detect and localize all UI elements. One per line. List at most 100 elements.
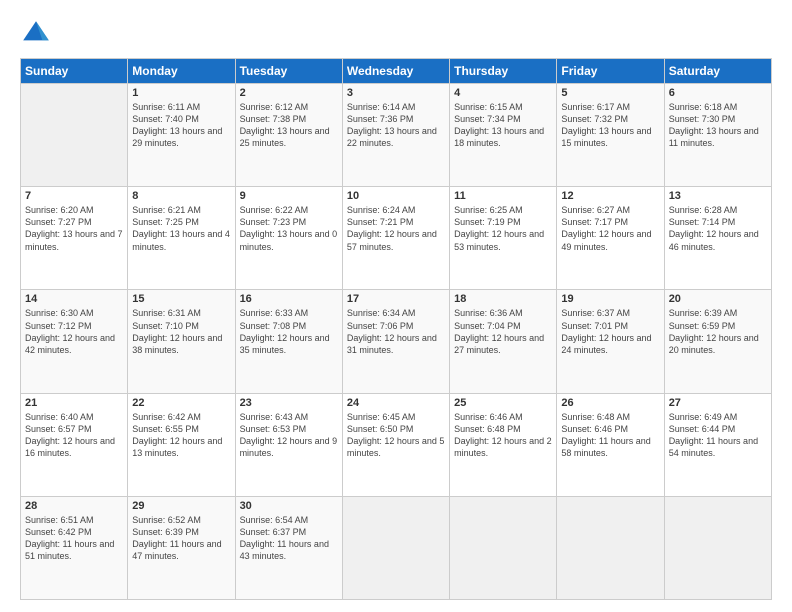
cell-details: Sunrise: 6:30 AMSunset: 7:12 PMDaylight:… xyxy=(25,307,123,356)
cell-details: Sunrise: 6:37 AMSunset: 7:01 PMDaylight:… xyxy=(561,307,659,356)
calendar-table: SundayMondayTuesdayWednesdayThursdayFrid… xyxy=(20,58,772,600)
cell-details: Sunrise: 6:52 AMSunset: 6:39 PMDaylight:… xyxy=(132,514,230,563)
day-number: 2 xyxy=(240,87,338,99)
day-number: 24 xyxy=(347,397,445,409)
cell-details: Sunrise: 6:34 AMSunset: 7:06 PMDaylight:… xyxy=(347,307,445,356)
weekday-header: Saturday xyxy=(664,59,771,84)
cell-details: Sunrise: 6:39 AMSunset: 6:59 PMDaylight:… xyxy=(669,307,767,356)
cell-details: Sunrise: 6:48 AMSunset: 6:46 PMDaylight:… xyxy=(561,411,659,460)
calendar-week-row: 21 Sunrise: 6:40 AMSunset: 6:57 PMDayligh… xyxy=(21,393,772,496)
calendar-cell: 17 Sunrise: 6:34 AMSunset: 7:06 PMDayligh… xyxy=(342,290,449,393)
day-number: 4 xyxy=(454,87,552,99)
day-number: 21 xyxy=(25,397,123,409)
weekday-header: Friday xyxy=(557,59,664,84)
calendar-cell: 16 Sunrise: 6:33 AMSunset: 7:08 PMDayligh… xyxy=(235,290,342,393)
calendar-cell: 7 Sunrise: 6:20 AMSunset: 7:27 PMDaylight… xyxy=(21,187,128,290)
cell-details: Sunrise: 6:28 AMSunset: 7:14 PMDaylight:… xyxy=(669,204,767,253)
calendar-cell: 29 Sunrise: 6:52 AMSunset: 6:39 PMDayligh… xyxy=(128,496,235,599)
weekday-header: Tuesday xyxy=(235,59,342,84)
calendar-cell: 25 Sunrise: 6:46 AMSunset: 6:48 PMDayligh… xyxy=(450,393,557,496)
calendar-cell: 28 Sunrise: 6:51 AMSunset: 6:42 PMDayligh… xyxy=(21,496,128,599)
calendar-cell: 12 Sunrise: 6:27 AMSunset: 7:17 PMDayligh… xyxy=(557,187,664,290)
day-number: 18 xyxy=(454,293,552,305)
calendar-cell: 26 Sunrise: 6:48 AMSunset: 6:46 PMDayligh… xyxy=(557,393,664,496)
cell-details: Sunrise: 6:18 AMSunset: 7:30 PMDaylight:… xyxy=(669,101,767,150)
cell-details: Sunrise: 6:31 AMSunset: 7:10 PMDaylight:… xyxy=(132,307,230,356)
calendar-cell xyxy=(557,496,664,599)
day-number: 1 xyxy=(132,87,230,99)
cell-details: Sunrise: 6:25 AMSunset: 7:19 PMDaylight:… xyxy=(454,204,552,253)
cell-details: Sunrise: 6:46 AMSunset: 6:48 PMDaylight:… xyxy=(454,411,552,460)
calendar-cell: 1 Sunrise: 6:11 AMSunset: 7:40 PMDaylight… xyxy=(128,84,235,187)
cell-details: Sunrise: 6:43 AMSunset: 6:53 PMDaylight:… xyxy=(240,411,338,460)
calendar-cell: 9 Sunrise: 6:22 AMSunset: 7:23 PMDaylight… xyxy=(235,187,342,290)
weekday-header-row: SundayMondayTuesdayWednesdayThursdayFrid… xyxy=(21,59,772,84)
cell-details: Sunrise: 6:51 AMSunset: 6:42 PMDaylight:… xyxy=(25,514,123,563)
calendar-cell xyxy=(664,496,771,599)
calendar-cell: 27 Sunrise: 6:49 AMSunset: 6:44 PMDayligh… xyxy=(664,393,771,496)
day-number: 12 xyxy=(561,190,659,202)
calendar-cell: 14 Sunrise: 6:30 AMSunset: 7:12 PMDayligh… xyxy=(21,290,128,393)
calendar-cell: 6 Sunrise: 6:18 AMSunset: 7:30 PMDaylight… xyxy=(664,84,771,187)
calendar-cell: 24 Sunrise: 6:45 AMSunset: 6:50 PMDayligh… xyxy=(342,393,449,496)
cell-details: Sunrise: 6:27 AMSunset: 7:17 PMDaylight:… xyxy=(561,204,659,253)
calendar-week-row: 7 Sunrise: 6:20 AMSunset: 7:27 PMDaylight… xyxy=(21,187,772,290)
calendar-cell: 20 Sunrise: 6:39 AMSunset: 6:59 PMDayligh… xyxy=(664,290,771,393)
day-number: 17 xyxy=(347,293,445,305)
day-number: 20 xyxy=(669,293,767,305)
day-number: 9 xyxy=(240,190,338,202)
calendar-cell: 15 Sunrise: 6:31 AMSunset: 7:10 PMDayligh… xyxy=(128,290,235,393)
calendar-cell: 18Sunrise: 6:36 AMSunset: 7:04 PMDayligh… xyxy=(450,290,557,393)
day-number: 6 xyxy=(669,87,767,99)
day-number: 23 xyxy=(240,397,338,409)
day-number: 25 xyxy=(454,397,552,409)
weekday-header: Sunday xyxy=(21,59,128,84)
day-number: 27 xyxy=(669,397,767,409)
calendar-cell: 30 Sunrise: 6:54 AMSunset: 6:37 PMDayligh… xyxy=(235,496,342,599)
day-number: 29 xyxy=(132,500,230,512)
day-number: 15 xyxy=(132,293,230,305)
day-number: 8 xyxy=(132,190,230,202)
calendar-week-row: 14 Sunrise: 6:30 AMSunset: 7:12 PMDayligh… xyxy=(21,290,772,393)
calendar-cell: 11 Sunrise: 6:25 AMSunset: 7:19 PMDayligh… xyxy=(450,187,557,290)
day-number: 3 xyxy=(347,87,445,99)
calendar-cell: 8Sunrise: 6:21 AMSunset: 7:25 PMDaylight… xyxy=(128,187,235,290)
cell-details: Sunrise: 6:15 AMSunset: 7:34 PMDaylight:… xyxy=(454,101,552,150)
day-number: 30 xyxy=(240,500,338,512)
calendar-cell: 21 Sunrise: 6:40 AMSunset: 6:57 PMDayligh… xyxy=(21,393,128,496)
cell-details: Sunrise: 6:54 AMSunset: 6:37 PMDaylight:… xyxy=(240,514,338,563)
day-number: 5 xyxy=(561,87,659,99)
calendar-cell: 19Sunrise: 6:37 AMSunset: 7:01 PMDayligh… xyxy=(557,290,664,393)
calendar-cell: 5Sunrise: 6:17 AMSunset: 7:32 PMDaylight… xyxy=(557,84,664,187)
cell-details: Sunrise: 6:11 AMSunset: 7:40 PMDaylight:… xyxy=(132,101,230,150)
day-number: 22 xyxy=(132,397,230,409)
weekday-header: Monday xyxy=(128,59,235,84)
day-number: 13 xyxy=(669,190,767,202)
day-number: 11 xyxy=(454,190,552,202)
calendar-cell: 4 Sunrise: 6:15 AMSunset: 7:34 PMDaylight… xyxy=(450,84,557,187)
cell-details: Sunrise: 6:33 AMSunset: 7:08 PMDaylight:… xyxy=(240,307,338,356)
day-number: 10 xyxy=(347,190,445,202)
page: SundayMondayTuesdayWednesdayThursdayFrid… xyxy=(0,0,792,612)
cell-details: Sunrise: 6:49 AMSunset: 6:44 PMDaylight:… xyxy=(669,411,767,460)
day-number: 14 xyxy=(25,293,123,305)
day-number: 16 xyxy=(240,293,338,305)
cell-details: Sunrise: 6:40 AMSunset: 6:57 PMDaylight:… xyxy=(25,411,123,460)
day-number: 7 xyxy=(25,190,123,202)
calendar-cell: 2 Sunrise: 6:12 AMSunset: 7:38 PMDaylight… xyxy=(235,84,342,187)
calendar-cell: 13 Sunrise: 6:28 AMSunset: 7:14 PMDayligh… xyxy=(664,187,771,290)
cell-details: Sunrise: 6:14 AMSunset: 7:36 PMDaylight:… xyxy=(347,101,445,150)
cell-details: Sunrise: 6:45 AMSunset: 6:50 PMDaylight:… xyxy=(347,411,445,460)
calendar-cell: 10Sunrise: 6:24 AMSunset: 7:21 PMDayligh… xyxy=(342,187,449,290)
cell-details: Sunrise: 6:12 AMSunset: 7:38 PMDaylight:… xyxy=(240,101,338,150)
cell-details: Sunrise: 6:20 AMSunset: 7:27 PMDaylight:… xyxy=(25,204,123,253)
calendar-cell xyxy=(21,84,128,187)
day-number: 28 xyxy=(25,500,123,512)
weekday-header: Wednesday xyxy=(342,59,449,84)
day-number: 26 xyxy=(561,397,659,409)
cell-details: Sunrise: 6:42 AMSunset: 6:55 PMDaylight:… xyxy=(132,411,230,460)
calendar-week-row: 1 Sunrise: 6:11 AMSunset: 7:40 PMDaylight… xyxy=(21,84,772,187)
weekday-header: Thursday xyxy=(450,59,557,84)
calendar-cell: 23 Sunrise: 6:43 AMSunset: 6:53 PMDayligh… xyxy=(235,393,342,496)
cell-details: Sunrise: 6:22 AMSunset: 7:23 PMDaylight:… xyxy=(240,204,338,253)
